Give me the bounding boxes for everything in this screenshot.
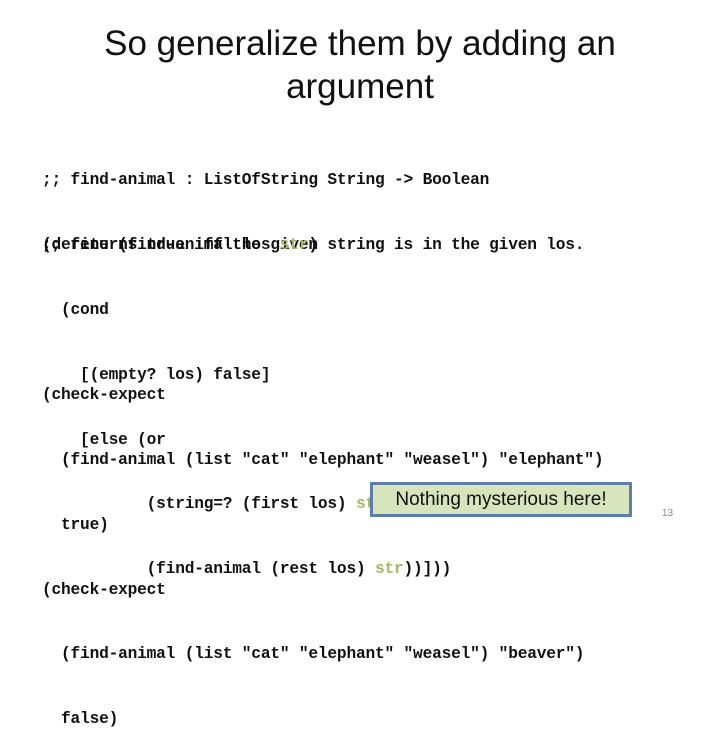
test-line: false): [42, 710, 119, 729]
code-text: (cond: [42, 300, 109, 319]
page-number: 13: [662, 508, 674, 519]
code-line: (define (find-animal los str): [42, 235, 451, 257]
test-line: (find-animal (list "cat" "elephant" "wea…: [42, 450, 604, 469]
test-line: (check-expect: [42, 580, 166, 599]
test-line: (find-animal (list "cat" "elephant" "wea…: [42, 645, 585, 664]
comment-line: ;; find-animal : ListOfString String -> …: [42, 171, 490, 190]
code-line: (cond: [42, 300, 451, 322]
test-line: true): [42, 515, 109, 534]
highlighted-parameter: str: [279, 236, 309, 255]
code-text: ): [308, 236, 318, 255]
slide-title-line-2: argument: [286, 67, 434, 106]
test-line: (check-expect: [42, 386, 166, 405]
check-expect-tests: (check-expect (find-animal (list "cat" "…: [42, 342, 604, 752]
callout-box: Nothing mysterious here!: [370, 482, 632, 517]
slide-title: So generalize them by adding an argument: [0, 22, 720, 108]
code-text: (define (find-animal los: [42, 236, 280, 255]
slide-title-line-1: So generalize them by adding an: [104, 24, 616, 63]
